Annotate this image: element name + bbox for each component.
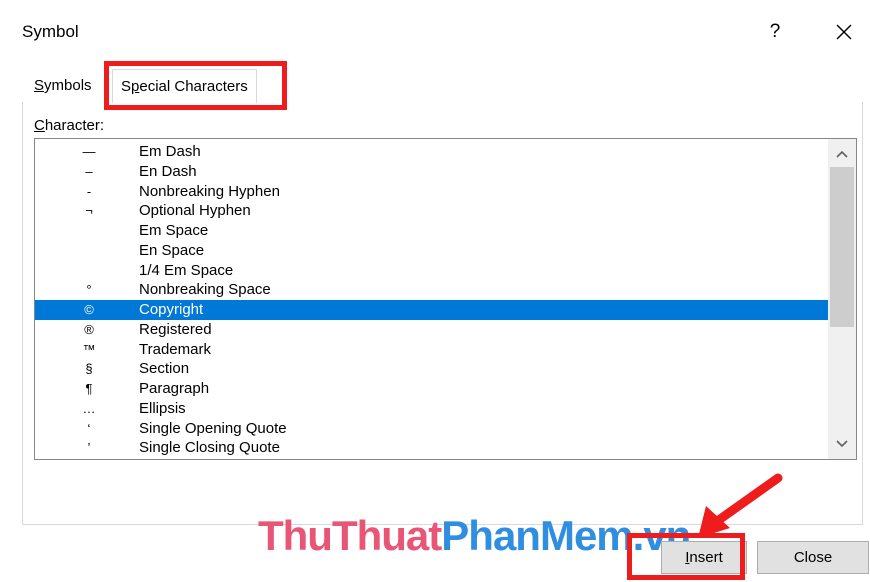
list-item-glyph: … (82, 400, 96, 416)
list-item[interactable]: – En Dash (35, 162, 828, 182)
list-item[interactable]: En Space (35, 241, 828, 261)
list-item-glyph: ° (86, 282, 92, 298)
list-item-glyph: ¶ (85, 381, 93, 396)
list-item-glyph: ¬ (85, 203, 93, 219)
list-item[interactable]: ¬ Optional Hyphen (35, 201, 828, 221)
tab-symbols-label: Symbols (34, 77, 92, 94)
list-item[interactable]: … Ellipsis (35, 399, 828, 419)
list-item-name: Nonbreaking Space (139, 281, 271, 299)
list-item-glyph: – (85, 163, 93, 179)
list-item-glyph: © (84, 302, 94, 317)
list-item-glyph: ‘ (87, 420, 91, 436)
list-item-name: Em Dash (139, 143, 201, 160)
list-item[interactable]: ® Registered (35, 320, 828, 340)
scroll-down-icon[interactable] (828, 433, 856, 455)
scroll-thumb[interactable] (830, 167, 854, 327)
list-item[interactable]: Em Space (35, 221, 828, 241)
character-listbox[interactable]: — Em Dash – En Dash - Nonbreaking Hyphen ¬ Opti… (34, 138, 857, 460)
list-item-name: Registered (139, 320, 212, 338)
list-item[interactable]: 1/4 Em Space (35, 261, 828, 281)
list-item-glyph: ’ (87, 440, 91, 456)
list-item-name: Single Closing Quote (139, 439, 280, 457)
watermark: ThuThuatPhanMem.vn (258, 512, 691, 560)
list-item[interactable]: ¶ Paragraph (35, 379, 828, 399)
list-item-name: Em Space (139, 222, 209, 239)
tab-symbols[interactable]: Symbols (34, 72, 92, 100)
vertical-scrollbar[interactable] (828, 139, 856, 459)
scroll-up-icon[interactable] (828, 143, 856, 165)
list-item-glyph: - (86, 183, 92, 199)
list-item[interactable]: © Copyright (35, 300, 828, 320)
list-item[interactable]: - Nonbreaking Hyphen (35, 182, 828, 202)
pointer-arrow-icon (698, 473, 783, 538)
list-item-glyph: ® (84, 321, 94, 337)
list-item-name: Trademark (139, 340, 211, 358)
list-item-glyph: § (85, 361, 93, 377)
list-item-name: Optional Hyphen (139, 202, 251, 220)
character-list: — Em Dash – En Dash - Nonbreaking Hyphen ¬ Opti… (35, 142, 828, 458)
close-icon[interactable] (830, 18, 858, 46)
list-item-name: 1/4 Em Space (139, 261, 234, 279)
help-button[interactable]: ? (763, 18, 787, 46)
list-item[interactable]: ‘ Single Opening Quote (35, 419, 828, 439)
character-label: Character: (34, 117, 105, 134)
symbol-dialog: Symbol ? Symbols Special Characters Char… (0, 0, 870, 582)
list-item-name: Single Opening Quote (139, 419, 287, 437)
list-item[interactable]: § Section (35, 359, 828, 379)
list-item-glyph: — (82, 144, 96, 159)
list-item-name: Ellipsis (139, 399, 186, 417)
list-item-name: Copyright (139, 301, 204, 318)
highlight-box-tab (104, 61, 287, 110)
list-item[interactable]: — Em Dash (35, 142, 828, 162)
dialog-title: Symbol (22, 22, 79, 41)
list-item-name: Section (139, 360, 190, 378)
list-item-glyph: ™ (82, 341, 96, 357)
list-item-name: Nonbreaking Hyphen (139, 182, 280, 200)
list-item[interactable]: ’ Single Closing Quote (35, 438, 828, 458)
list-item-name: Paragraph (139, 380, 210, 397)
list-item[interactable]: ° Nonbreaking Space (35, 280, 828, 300)
list-item[interactable]: ™ Trademark (35, 340, 828, 360)
list-item-name: En Dash (139, 162, 197, 180)
list-item-name: En Space (139, 241, 205, 259)
watermark-part1: ThuThuat (258, 512, 442, 559)
